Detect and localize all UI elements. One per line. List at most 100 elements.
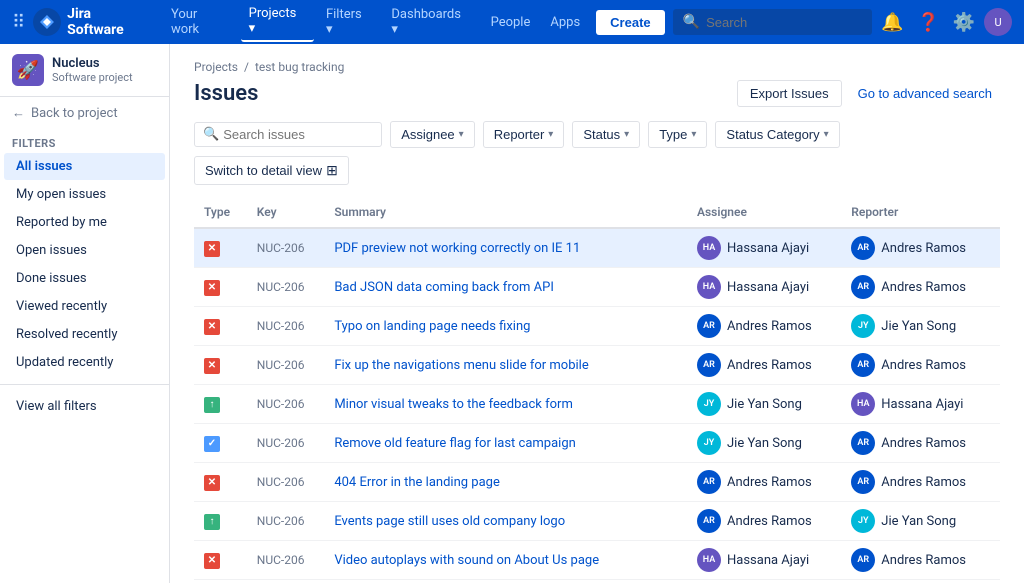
issue-assignee-cell: ARAndres Ramos [687, 307, 841, 346]
issue-reporter-cell: AR Andres Ramos [841, 424, 1000, 463]
issue-type-icon: ✓ [204, 436, 220, 452]
sidebar-item-my-open-issues[interactable]: My open issues [4, 181, 165, 208]
issue-assignee-cell: HAHassana Ajayi [687, 228, 841, 268]
table-row: ✕NUC-206404 Error in the landing pageARA… [194, 463, 1000, 502]
assignee-avatar: AR [697, 509, 721, 533]
sidebar-item-done-issues[interactable]: Done issues [4, 265, 165, 292]
assignee-avatar: AR [697, 353, 721, 377]
reporter-avatar: AR [851, 431, 875, 455]
issue-summary-cell[interactable]: Minor visual tweaks to the feedback form [324, 385, 687, 424]
grid-icon[interactable]: ⠿ [12, 12, 25, 33]
issue-assignee-cell: HAHassana Ajayi [687, 580, 841, 583]
issue-type-cell: ✕ [194, 580, 247, 583]
status-filter[interactable]: Status▾ [572, 121, 640, 148]
view-all-filters[interactable]: View all filters [4, 393, 165, 420]
reporter-name: Andres Ramos [881, 280, 966, 295]
issue-assignee-cell: JYJie Yan Song [687, 424, 841, 463]
settings-icon[interactable]: ⚙️ [948, 6, 980, 38]
search-issues-icon: 🔍 [203, 127, 219, 142]
user-avatar[interactable]: U [984, 8, 1012, 36]
assignee-name: Andres Ramos [727, 358, 812, 373]
issue-type-cell: ✕ [194, 541, 247, 580]
issue-key-cell: NUC-206 [247, 502, 325, 541]
filters-section-label: Filters [0, 133, 169, 152]
sidebar-item-open-issues[interactable]: Open issues [4, 237, 165, 264]
reporter-avatar: AR [851, 548, 875, 572]
sidebar-item-resolved-recently[interactable]: Resolved recently [4, 321, 165, 348]
assignee-name: Andres Ramos [727, 475, 812, 490]
nav-apps[interactable]: Apps [542, 11, 588, 34]
issue-assignee-cell: JYJie Yan Song [687, 385, 841, 424]
table-row: ✓NUC-206Remove old feature flag for last… [194, 424, 1000, 463]
advanced-search-button[interactable]: Go to advanced search [850, 80, 1000, 107]
back-to-project[interactable]: ← Back to project [0, 97, 169, 129]
table-row: ✕NUC-206Typo on landing page needs fixin… [194, 307, 1000, 346]
main-content: Projects / test bug tracking Issues Expo… [170, 44, 1024, 583]
table-row: ✕NUC-206Bad JSON data coming back from A… [194, 268, 1000, 307]
nav-people[interactable]: People [483, 11, 539, 34]
detail-view-button[interactable]: Switch to detail view ⊞ [194, 156, 349, 185]
issue-type-icon: ↑ [204, 514, 220, 530]
breadcrumb-separator: / [244, 60, 249, 74]
table-row: ↑ NUC-206Events page still uses old compa… [194, 502, 1000, 541]
reporter-avatar: AR [851, 470, 875, 494]
breadcrumb-projects[interactable]: Projects [194, 60, 238, 74]
sidebar-item-reported-by-me[interactable]: Reported by me [4, 209, 165, 236]
search-input[interactable] [706, 15, 862, 30]
issue-type-cell: ✕ [194, 307, 247, 346]
col-assignee: Assignee [687, 197, 841, 228]
table-row: ✕NUC-206Video autoplays with sound on Ab… [194, 541, 1000, 580]
issue-summary-cell[interactable]: Fix up the navigations menu slide for mo… [324, 346, 687, 385]
issue-summary-cell[interactable]: Video autoplays with sound on About Us p… [324, 541, 687, 580]
issue-assignee-cell: HAHassana Ajayi [687, 541, 841, 580]
nav-your-work[interactable]: Your work [163, 3, 237, 41]
issue-summary-cell[interactable]: Bad JSON data coming back from API [324, 268, 687, 307]
nav-dashboards[interactable]: Dashboards ▾ [383, 3, 478, 41]
issue-type-icon: ✕ [204, 280, 220, 296]
sidebar-item-updated-recently[interactable]: Updated recently [4, 349, 165, 376]
create-button[interactable]: Create [596, 10, 664, 35]
issue-reporter-cell: ARAndres Ramos [841, 268, 1000, 307]
issues-table: Type Key Summary Assignee Reporter ✕NUC-… [194, 197, 1000, 583]
issue-summary-cell[interactable]: Typo on landing page needs fixing [324, 307, 687, 346]
nav-projects[interactable]: Projects ▾ [241, 2, 314, 42]
issue-assignee-cell: HAHassana Ajayi [687, 268, 841, 307]
issue-type-icon: ✕ [204, 241, 220, 257]
notifications-icon[interactable]: 🔔 [876, 6, 908, 38]
search-issues-input[interactable] [223, 127, 373, 142]
reporter-name: Andres Ramos [881, 436, 966, 451]
status-category-filter[interactable]: Status Category▾ [715, 121, 839, 148]
reporter-filter[interactable]: Reporter▾ [483, 121, 565, 148]
reporter-avatar: HA [851, 392, 875, 416]
assignee-avatar: AR [697, 314, 721, 338]
reporter-avatar: JY [851, 314, 875, 338]
issue-reporter-cell: JYJie Yan Song [841, 307, 1000, 346]
issue-reporter-cell: HA Hassana Ajayi [841, 385, 1000, 424]
issue-summary-cell[interactable]: PDF preview not working correctly on IE … [324, 228, 687, 268]
issue-type-cell: ↑ [194, 502, 247, 541]
type-filter[interactable]: Type▾ [648, 121, 707, 148]
issue-summary-cell[interactable]: 404 Error in the landing page [324, 463, 687, 502]
assignee-name: Andres Ramos [727, 514, 812, 529]
issue-summary-cell[interactable]: Investigate issue with "Login with Faceb… [324, 580, 687, 583]
issue-type-icon: ✕ [204, 319, 220, 335]
sidebar-item-viewed-recently[interactable]: Viewed recently [4, 293, 165, 320]
help-icon[interactable]: ❓ [912, 6, 944, 38]
breadcrumb: Projects / test bug tracking [194, 60, 1000, 74]
issue-reporter-cell: AR Andres Ramos [841, 541, 1000, 580]
issue-summary-cell[interactable]: Events page still uses old company logo [324, 502, 687, 541]
logo-text: Jira Software [67, 6, 151, 38]
table-row: ✕NUC-206Investigate issue with "Login wi… [194, 580, 1000, 583]
issue-type-cell: ✕ [194, 228, 247, 268]
search-box[interactable]: 🔍 [673, 9, 873, 35]
reporter-name: Andres Ramos [881, 553, 966, 568]
assignee-filter[interactable]: Assignee▾ [390, 121, 475, 148]
nav-filters[interactable]: Filters ▾ [318, 3, 379, 41]
issue-summary-cell[interactable]: Remove old feature flag for last campaig… [324, 424, 687, 463]
export-issues-button[interactable]: Export Issues [737, 80, 842, 107]
reporter-name: Hassana Ajayi [881, 397, 963, 412]
issue-reporter-cell: JYJie Yan Song [841, 502, 1000, 541]
jira-logo-icon [33, 8, 61, 36]
sidebar-item-all-issues[interactable]: All issues [4, 153, 165, 180]
logo[interactable]: Jira Software [33, 6, 151, 38]
